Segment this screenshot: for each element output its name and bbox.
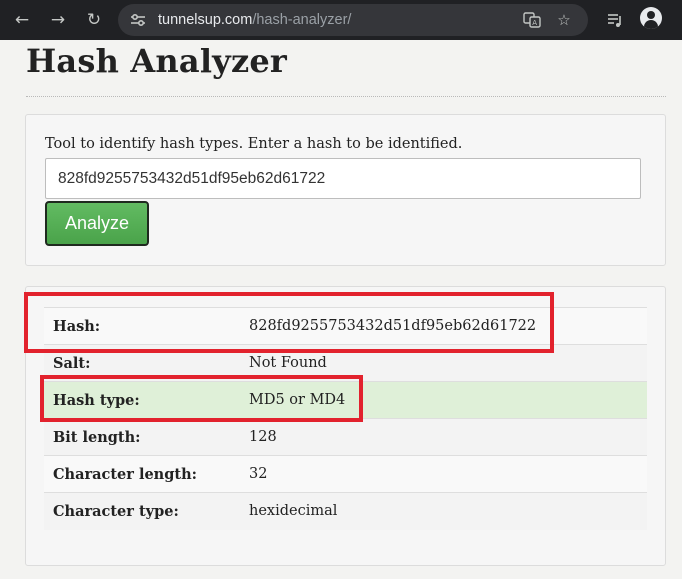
result-label: Character type: <box>53 502 179 520</box>
hash-form-panel: Tool to identify hash types. Enter a has… <box>25 114 666 266</box>
result-value: 128 <box>249 429 277 445</box>
result-label: Character length: <box>53 465 197 483</box>
result-value: 32 <box>249 466 268 482</box>
svg-text:A: A <box>532 19 537 27</box>
hash-annotation-box <box>24 292 554 353</box>
analyze-button[interactable]: Analyze <box>45 201 149 246</box>
url-text[interactable]: tunnelsup.com/hash-analyzer/ <box>158 4 351 36</box>
back-icon[interactable]: ← <box>9 7 35 33</box>
result-row-bit-length: Bit length: 128 <box>44 418 647 456</box>
tune-icon[interactable] <box>130 12 146 28</box>
result-value: hexidecimal <box>249 503 338 520</box>
browser-toolbar: ← → ↻ tunnelsup.com/hash-analyzer/ A ☆ <box>0 0 682 40</box>
form-intro: Tool to identify hash types. Enter a has… <box>45 136 463 152</box>
hash-type-annotation-box <box>40 375 363 422</box>
result-row-character-type: Character type: hexidecimal <box>44 492 647 530</box>
page-title: Hash Analyzer <box>26 42 287 80</box>
star-icon[interactable]: ☆ <box>555 11 573 29</box>
avatar-body <box>644 20 658 29</box>
result-row-character-length: Character length: 32 <box>44 455 647 493</box>
avatar-icon[interactable] <box>640 7 662 29</box>
url-host: tunnelsup.com <box>158 12 253 28</box>
hash-input[interactable] <box>45 158 641 199</box>
avatar-head <box>647 11 655 19</box>
reload-icon[interactable]: ↻ <box>81 7 107 33</box>
url-path: /hash-analyzer/ <box>252 12 352 28</box>
title-divider <box>26 96 666 97</box>
translate-icon[interactable]: A <box>523 11 541 29</box>
address-bar[interactable]: tunnelsup.com/hash-analyzer/ A ☆ <box>118 4 588 36</box>
result-label: Bit length: <box>53 428 141 446</box>
media-queue-icon[interactable] <box>602 7 628 33</box>
forward-icon[interactable]: → <box>45 7 71 33</box>
